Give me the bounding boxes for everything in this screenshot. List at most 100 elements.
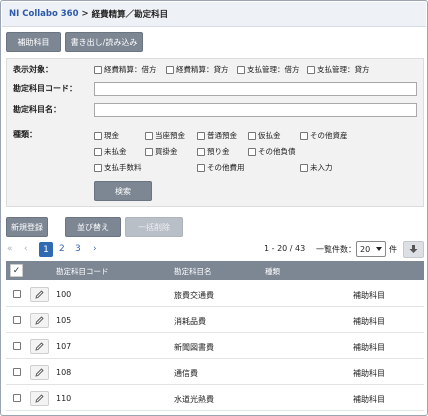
table-row: 108 通信費 補助科目 (6, 360, 424, 385)
type-option[interactable]: その他資産 (300, 130, 348, 141)
row-checkbox[interactable] (13, 290, 21, 298)
app-window: NI Collabo 360 > 経費精算／勘定科目 補助科目 書き出し/読み込… (0, 0, 428, 416)
table-header: ✓ 勘定科目コード 勘定科目名 種類 (6, 261, 424, 280)
account-code: 110 (56, 394, 72, 403)
per-page-unit: 件 (389, 245, 397, 254)
checkbox[interactable] (300, 163, 308, 172)
type-option[interactable]: 支払手数料 (94, 162, 142, 173)
account-name-input[interactable] (94, 103, 417, 117)
table-row: 100 旅費交通費 補助科目 (6, 282, 424, 307)
checkbox[interactable] (94, 163, 102, 172)
table-row: 110 水道光熱費 補助科目 (6, 386, 424, 411)
checkbox[interactable] (166, 65, 174, 74)
checkbox[interactable] (197, 163, 205, 172)
breadcrumb: 経費精算／勘定科目 (91, 10, 169, 20)
account-name: 水道光熱費 (174, 395, 214, 404)
next-page-link[interactable]: › (93, 244, 97, 254)
sub-account-link[interactable]: 補助科目 (353, 290, 385, 301)
checkbox[interactable] (248, 131, 256, 140)
type-option[interactable]: 未払金 (94, 146, 127, 157)
checkbox[interactable] (145, 131, 153, 140)
pencil-icon (35, 368, 44, 377)
type-option[interactable]: 未入力 (300, 162, 333, 173)
checkbox[interactable] (94, 131, 102, 140)
account-code: 108 (56, 368, 72, 377)
account-code: 100 (56, 290, 72, 299)
checkbox[interactable] (237, 65, 245, 74)
pencil-icon (35, 394, 44, 403)
account-code: 105 (56, 316, 72, 325)
sub-account-link[interactable]: 補助科目 (353, 316, 385, 327)
account-name: 通信費 (174, 369, 198, 378)
checkbox[interactable] (145, 147, 153, 156)
pencil-icon (35, 342, 44, 351)
sub-account-link[interactable]: 補助科目 (353, 342, 385, 353)
checkbox[interactable] (197, 131, 205, 140)
title-bar: NI Collabo 360 > 経費精算／勘定科目 (2, 2, 426, 27)
result-range: 1 - 20 / 43 (264, 244, 306, 253)
table-row: 105 消耗品費 補助科目 (6, 308, 424, 333)
edit-button[interactable] (30, 313, 49, 328)
type-option[interactable]: 当座預金 (145, 130, 185, 141)
type-option[interactable]: 仮払金 (248, 130, 281, 141)
per-page-select[interactable]: 20 (356, 241, 386, 257)
type-option[interactable]: 預り金 (197, 146, 230, 157)
display-target-option[interactable]: 支払管理：借方 (237, 64, 300, 75)
type-option[interactable]: 普通預金 (197, 130, 237, 141)
download-icon (409, 244, 418, 253)
edit-button[interactable] (30, 287, 49, 302)
account-name: 旅費交通費 (174, 291, 214, 300)
search-button[interactable]: 検索 (94, 181, 152, 201)
row-checkbox[interactable] (13, 394, 21, 402)
account-code-input[interactable] (94, 82, 417, 96)
type-label: 種類： (13, 130, 37, 139)
checkbox[interactable] (94, 65, 102, 74)
checkbox[interactable] (307, 65, 315, 74)
type-option[interactable]: 買掛金 (145, 146, 178, 157)
edit-button[interactable] (30, 365, 49, 380)
display-target-label: 表示対象： (13, 65, 53, 74)
type-option[interactable]: 現金 (94, 130, 119, 141)
type-option[interactable]: その他負債 (248, 146, 296, 157)
sub-account-link[interactable]: 補助科目 (353, 394, 385, 405)
new-button[interactable]: 新規登録 (6, 217, 48, 237)
sub-account-link[interactable]: 補助科目 (353, 368, 385, 379)
page-link[interactable]: 3 (75, 244, 81, 254)
pencil-icon (35, 316, 44, 325)
table-row: 107 新聞図書費 補助科目 (6, 334, 424, 359)
display-target-option[interactable]: 経費精算：借方 (94, 64, 157, 75)
display-target-option[interactable]: 経費精算：貸方 (166, 64, 229, 75)
checkbox[interactable] (248, 147, 256, 156)
column-header-type[interactable]: 種類 (265, 266, 280, 277)
account-code-label: 勘定科目コード： (13, 84, 77, 93)
pagination-bar: « ‹ 1 2 3 › 1 - 20 / 43 一覧件数： 20 件 (6, 241, 424, 259)
row-checkbox[interactable] (13, 316, 21, 324)
bulk-delete-button: 一括削除 (125, 217, 183, 237)
pencil-icon (35, 290, 44, 299)
account-code: 107 (56, 342, 72, 351)
edit-button[interactable] (30, 391, 49, 406)
export-import-button[interactable]: 書き出し/読み込み (65, 32, 143, 52)
search-panel: 表示対象： 経費精算：借方 経費精算：貸方 支払管理：借方 支払管理：貸方 勘定… (6, 58, 424, 207)
sort-button[interactable]: 並び替え (65, 217, 121, 237)
app-name[interactable]: NI Collabo 360 (9, 9, 79, 19)
account-name-label: 勘定科目名： (13, 105, 61, 114)
breadcrumb-separator: > (81, 9, 89, 19)
select-all-checkbox[interactable]: ✓ (10, 264, 23, 277)
checkbox[interactable] (197, 147, 205, 156)
current-page[interactable]: 1 (39, 242, 53, 257)
checkbox[interactable] (94, 147, 102, 156)
sub-account-button[interactable]: 補助科目 (6, 32, 61, 52)
column-header-name[interactable]: 勘定科目名 (174, 266, 212, 277)
display-target-option[interactable]: 支払管理：貸方 (307, 64, 370, 75)
type-option[interactable]: その他費用 (197, 162, 245, 173)
row-checkbox[interactable] (13, 342, 21, 350)
account-name: 新聞図書費 (174, 343, 214, 352)
column-header-code[interactable]: 勘定科目コード (56, 266, 109, 277)
edit-button[interactable] (30, 339, 49, 354)
account-name: 消耗品費 (174, 317, 206, 326)
row-checkbox[interactable] (13, 368, 21, 376)
download-button[interactable] (403, 241, 424, 258)
page-link[interactable]: 2 (59, 244, 65, 254)
checkbox[interactable] (300, 131, 308, 140)
